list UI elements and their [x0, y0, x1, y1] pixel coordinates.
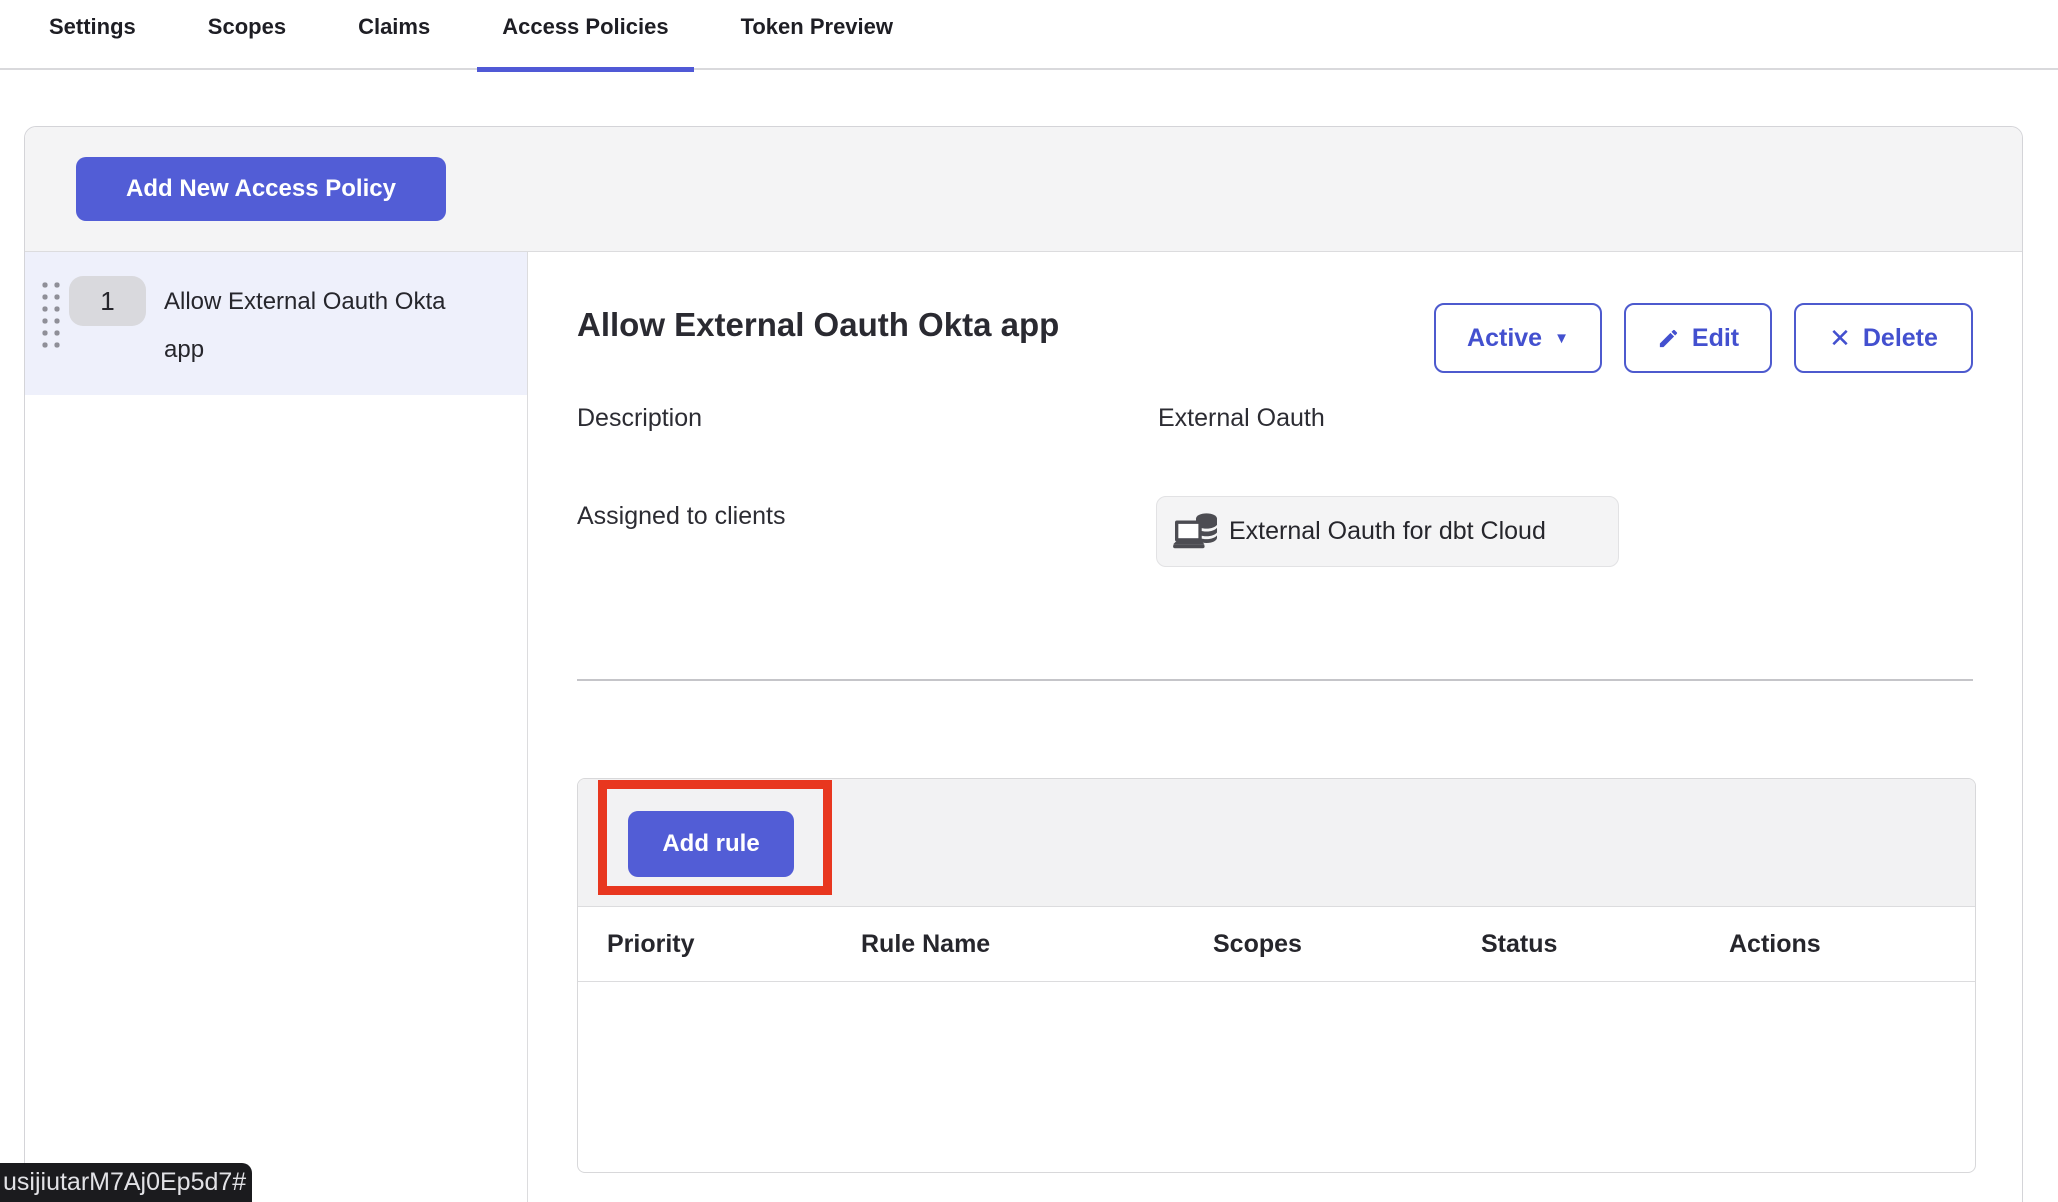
column-header-scopes: Scopes — [1213, 907, 1302, 982]
policy-title: Allow External Oauth Okta app — [577, 304, 1059, 346]
column-header-status: Status — [1481, 907, 1557, 982]
edit-button-label: Edit — [1692, 324, 1739, 353]
description-label: Description — [577, 404, 702, 433]
policy-list-item[interactable]: 1 Allow External Oauth Okta app — [25, 252, 527, 395]
assigned-to-clients-label: Assigned to clients — [577, 502, 785, 531]
tab-bar: Settings Scopes Claims Access Policies T… — [0, 0, 2058, 70]
tab-settings[interactable]: Settings — [49, 14, 136, 70]
edit-policy-button[interactable]: Edit — [1624, 303, 1772, 373]
policy-action-buttons: Active ▼ Edit ✕ Delete — [1434, 303, 1973, 373]
section-divider — [577, 679, 1973, 681]
pencil-icon — [1657, 327, 1680, 350]
tab-scopes[interactable]: Scopes — [208, 14, 286, 70]
chevron-down-icon: ▼ — [1554, 331, 1569, 346]
access-policies-panel: Add New Access Policy 1 Allow External O… — [24, 126, 2023, 1202]
policy-detail-pane: Allow External Oauth Okta app Active ▼ E… — [529, 252, 2022, 1202]
tab-token-preview[interactable]: Token Preview — [741, 14, 893, 70]
panel-body: 1 Allow External Oauth Okta app Allow Ex… — [25, 252, 2022, 1202]
description-value: External Oauth — [1158, 404, 1325, 433]
policy-list: 1 Allow External Oauth Okta app — [25, 252, 528, 1202]
add-new-access-policy-button[interactable]: Add New Access Policy — [76, 157, 446, 221]
policy-name-label: Allow External Oauth Okta app — [164, 278, 464, 374]
close-icon: ✕ — [1829, 325, 1851, 351]
add-rule-button[interactable]: Add rule — [628, 811, 794, 877]
column-header-priority: Priority — [607, 907, 695, 982]
drag-handle-icon[interactable] — [39, 279, 63, 349]
active-status-label: Active — [1467, 324, 1542, 353]
assigned-client-name: External Oauth for dbt Cloud — [1229, 517, 1546, 546]
tab-claims[interactable]: Claims — [358, 14, 430, 70]
tab-access-policies[interactable]: Access Policies — [502, 14, 668, 70]
delete-policy-button[interactable]: ✕ Delete — [1794, 303, 1973, 373]
rules-table-header: Add rule — [578, 779, 1975, 907]
column-header-actions: Actions — [1729, 907, 1821, 982]
client-app-icon — [1173, 511, 1219, 553]
column-header-rule-name: Rule Name — [861, 907, 990, 982]
link-preview-tooltip: usijiutarM7Aj0Ep5d7# — [0, 1163, 252, 1202]
assigned-client-chip[interactable]: External Oauth for dbt Cloud — [1156, 496, 1619, 567]
rules-table: Add rule Priority Rule Name Scopes Statu… — [577, 778, 1976, 1173]
rules-column-headers: Priority Rule Name Scopes Status Actions — [578, 907, 1975, 982]
delete-button-label: Delete — [1863, 324, 1938, 353]
policy-priority-badge: 1 — [69, 276, 146, 326]
panel-header: Add New Access Policy — [25, 127, 2022, 252]
active-status-dropdown-button[interactable]: Active ▼ — [1434, 303, 1602, 373]
rules-empty-body — [578, 982, 1975, 1172]
